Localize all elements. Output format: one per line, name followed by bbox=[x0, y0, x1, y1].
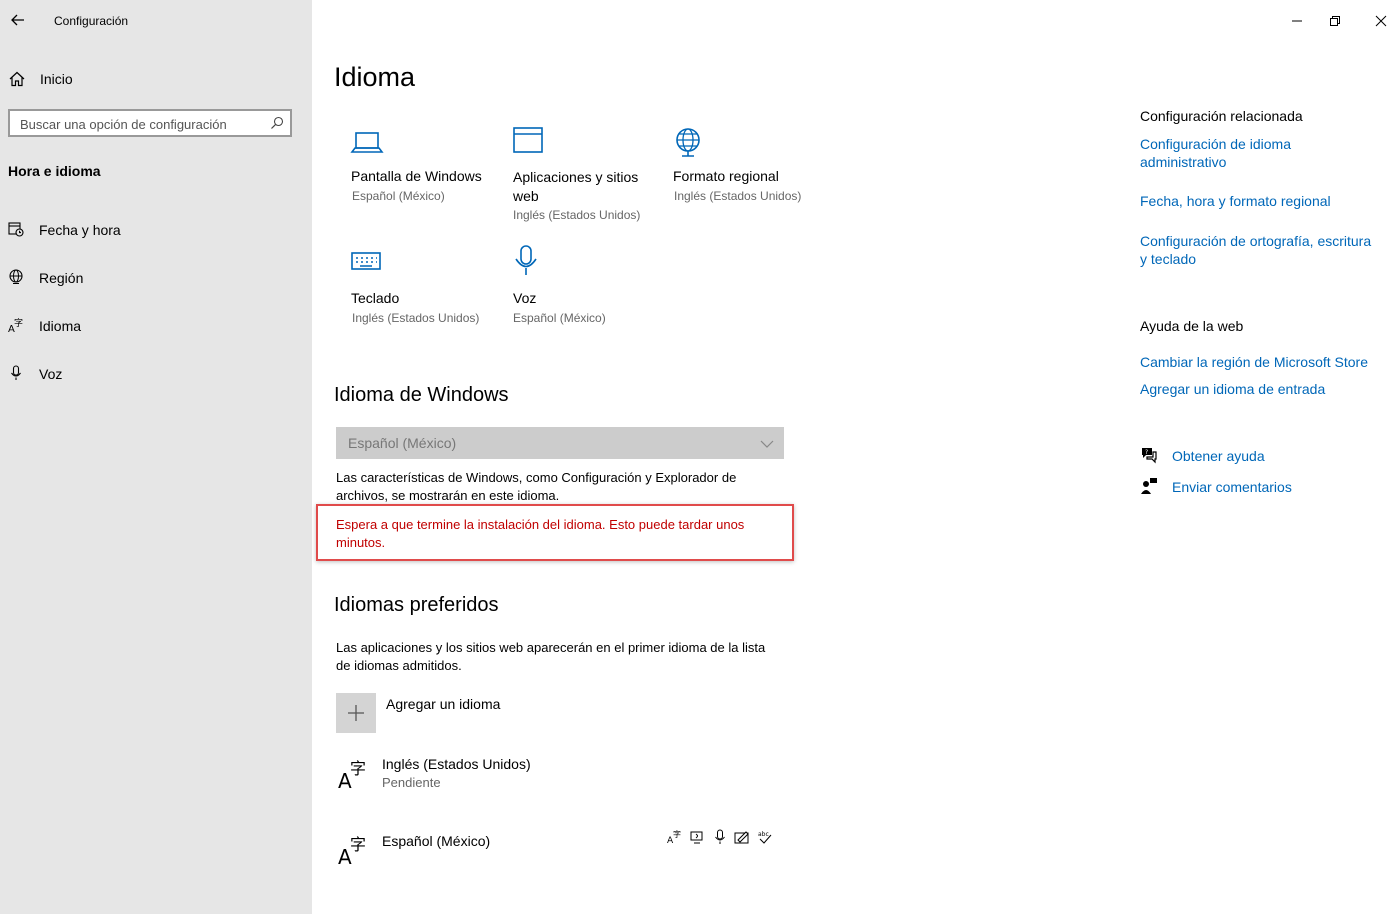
get-help-link[interactable]: Obtener ayuda bbox=[1172, 447, 1265, 465]
link-change-store-region[interactable]: Cambiar la región de Microsoft Store bbox=[1140, 353, 1368, 371]
windows-language-description: Las características de Windows, como Con… bbox=[336, 470, 737, 503]
get-help-icon: ? bbox=[1140, 446, 1158, 464]
link-admin-language-settings[interactable]: Configuración de idioma administrativo bbox=[1140, 135, 1340, 171]
preferred-languages-heading: Idiomas preferidos bbox=[334, 594, 499, 616]
nav-home-label: Inicio bbox=[40, 71, 73, 87]
sidebar-item-label: Idioma bbox=[39, 318, 82, 334]
tile-subtitle: Inglés (Estados Unidos) bbox=[352, 311, 480, 325]
link-date-time-regional[interactable]: Fecha, hora y formato regional bbox=[1140, 192, 1331, 210]
minimize-button[interactable] bbox=[1284, 8, 1310, 34]
microphone-icon bbox=[512, 244, 546, 278]
svg-text:字: 字 bbox=[673, 829, 681, 839]
language-status: Pendiente bbox=[382, 775, 441, 790]
titlebar-left: Configuración bbox=[0, 0, 312, 44]
tile-pantalla-windows[interactable]: Pantalla de Windows Español (México) bbox=[350, 126, 500, 216]
nav-home[interactable]: Inicio bbox=[0, 64, 312, 94]
sidebar-item-label: Región bbox=[39, 270, 84, 286]
restore-icon bbox=[1330, 16, 1340, 26]
svg-text:字: 字 bbox=[350, 759, 366, 778]
tile-title: Formato regional bbox=[673, 168, 779, 184]
preferred-languages-description: Las aplicaciones y los sitios web aparec… bbox=[336, 640, 766, 673]
window-icon bbox=[512, 126, 546, 160]
tile-subtitle: Español (México) bbox=[513, 311, 606, 325]
related-settings-heading: Configuración relacionada bbox=[1140, 108, 1303, 124]
back-button[interactable] bbox=[8, 10, 28, 30]
send-feedback-link[interactable]: Enviar comentarios bbox=[1172, 478, 1292, 496]
text-to-speech-feature-icon bbox=[689, 829, 705, 845]
svg-text:字: 字 bbox=[350, 835, 366, 854]
app-title: Configuración bbox=[54, 14, 129, 28]
feedback-icon bbox=[1140, 477, 1158, 495]
add-language-button[interactable] bbox=[336, 693, 376, 733]
plus-icon bbox=[348, 705, 364, 721]
speech-recognition-feature-icon bbox=[712, 829, 728, 845]
tile-subtitle: Inglés (Estados Unidos) bbox=[513, 208, 641, 222]
windows-language-dropdown[interactable]: Español (México) bbox=[336, 427, 784, 459]
sidebar: Configuración Inicio Buscar una opción d… bbox=[0, 0, 312, 914]
web-help-heading: Ayuda de la web bbox=[1140, 318, 1244, 334]
language-icon: A 字 bbox=[338, 832, 372, 869]
dropdown-value: Español (México) bbox=[348, 435, 457, 451]
tile-formato-regional[interactable]: Formato regional Inglés (Estados Unidos) bbox=[672, 126, 822, 216]
warning-message: Espera a que termine la instalación del … bbox=[336, 517, 745, 550]
laptop-icon bbox=[350, 126, 384, 160]
svg-text:?: ? bbox=[1145, 449, 1148, 456]
main-content: Idioma Pantalla de Windows Español (Méxi… bbox=[312, 0, 1392, 914]
close-button[interactable] bbox=[1368, 8, 1392, 34]
globe-icon bbox=[8, 269, 24, 285]
language-icon: A 字 bbox=[338, 756, 372, 793]
sidebar-item-label: Voz bbox=[39, 366, 63, 382]
tile-title: Teclado bbox=[351, 290, 400, 306]
search-icon[interactable] bbox=[270, 116, 284, 130]
sidebar-item-fecha-hora[interactable]: Fecha y hora bbox=[0, 214, 312, 246]
link-spelling-typing-keyboard[interactable]: Configuración de ortografía, escritura y… bbox=[1140, 232, 1380, 268]
maximize-button[interactable] bbox=[1322, 8, 1348, 34]
back-arrow-icon bbox=[11, 14, 24, 26]
svg-text:字: 字 bbox=[14, 317, 23, 329]
search-input[interactable]: Buscar una opción de configuración bbox=[20, 117, 227, 132]
sidebar-item-idioma[interactable]: A 字 Idioma bbox=[0, 310, 312, 342]
tile-title: Voz bbox=[513, 290, 537, 306]
keyboard-icon bbox=[350, 248, 384, 282]
language-item-ingles[interactable]: A 字 Inglés (Estados Unidos) Pendiente bbox=[336, 750, 786, 800]
home-icon bbox=[8, 70, 26, 88]
display-language-feature-icon: A字 bbox=[667, 829, 683, 846]
microphone-icon bbox=[8, 365, 24, 381]
tile-subtitle: Inglés (Estados Unidos) bbox=[674, 189, 802, 203]
chevron-down-icon bbox=[760, 437, 774, 449]
close-icon bbox=[1375, 15, 1387, 27]
tile-title: Pantalla de Windows bbox=[351, 168, 482, 184]
search-box[interactable]: Buscar una opción de configuración bbox=[8, 109, 292, 137]
spelling-feature-icon: abc bbox=[757, 829, 773, 845]
tile-subtitle: Español (México) bbox=[352, 189, 445, 203]
globe-format-icon bbox=[672, 126, 706, 160]
tile-aplicaciones-sitios[interactable]: Aplicaciones y sitios web Inglés (Estado… bbox=[512, 126, 652, 226]
sidebar-section-title: Hora e idioma bbox=[8, 163, 101, 179]
language-icon: A 字 bbox=[8, 317, 24, 335]
minimize-icon bbox=[1292, 20, 1302, 22]
sidebar-item-region[interactable]: Región bbox=[0, 262, 312, 294]
sidebar-item-label: Fecha y hora bbox=[39, 222, 121, 238]
page-title: Idioma bbox=[334, 62, 416, 92]
tile-title: Aplicaciones y sitios web bbox=[513, 169, 639, 204]
sidebar-item-voz[interactable]: Voz bbox=[0, 358, 312, 390]
calendar-clock-icon bbox=[8, 221, 24, 237]
language-name: Español (México) bbox=[382, 833, 491, 849]
svg-text:abc: abc bbox=[758, 831, 769, 838]
handwriting-feature-icon bbox=[734, 829, 750, 845]
tile-teclado[interactable]: Teclado Inglés (Estados Unidos) bbox=[350, 248, 500, 328]
add-language-label[interactable]: Agregar un idioma bbox=[386, 696, 500, 712]
language-name: Inglés (Estados Unidos) bbox=[382, 756, 531, 772]
link-add-input-language[interactable]: Agregar un idioma de entrada bbox=[1140, 380, 1325, 398]
tile-voz[interactable]: Voz Español (México) bbox=[512, 245, 652, 328]
windows-language-heading: Idioma de Windows bbox=[334, 384, 509, 406]
